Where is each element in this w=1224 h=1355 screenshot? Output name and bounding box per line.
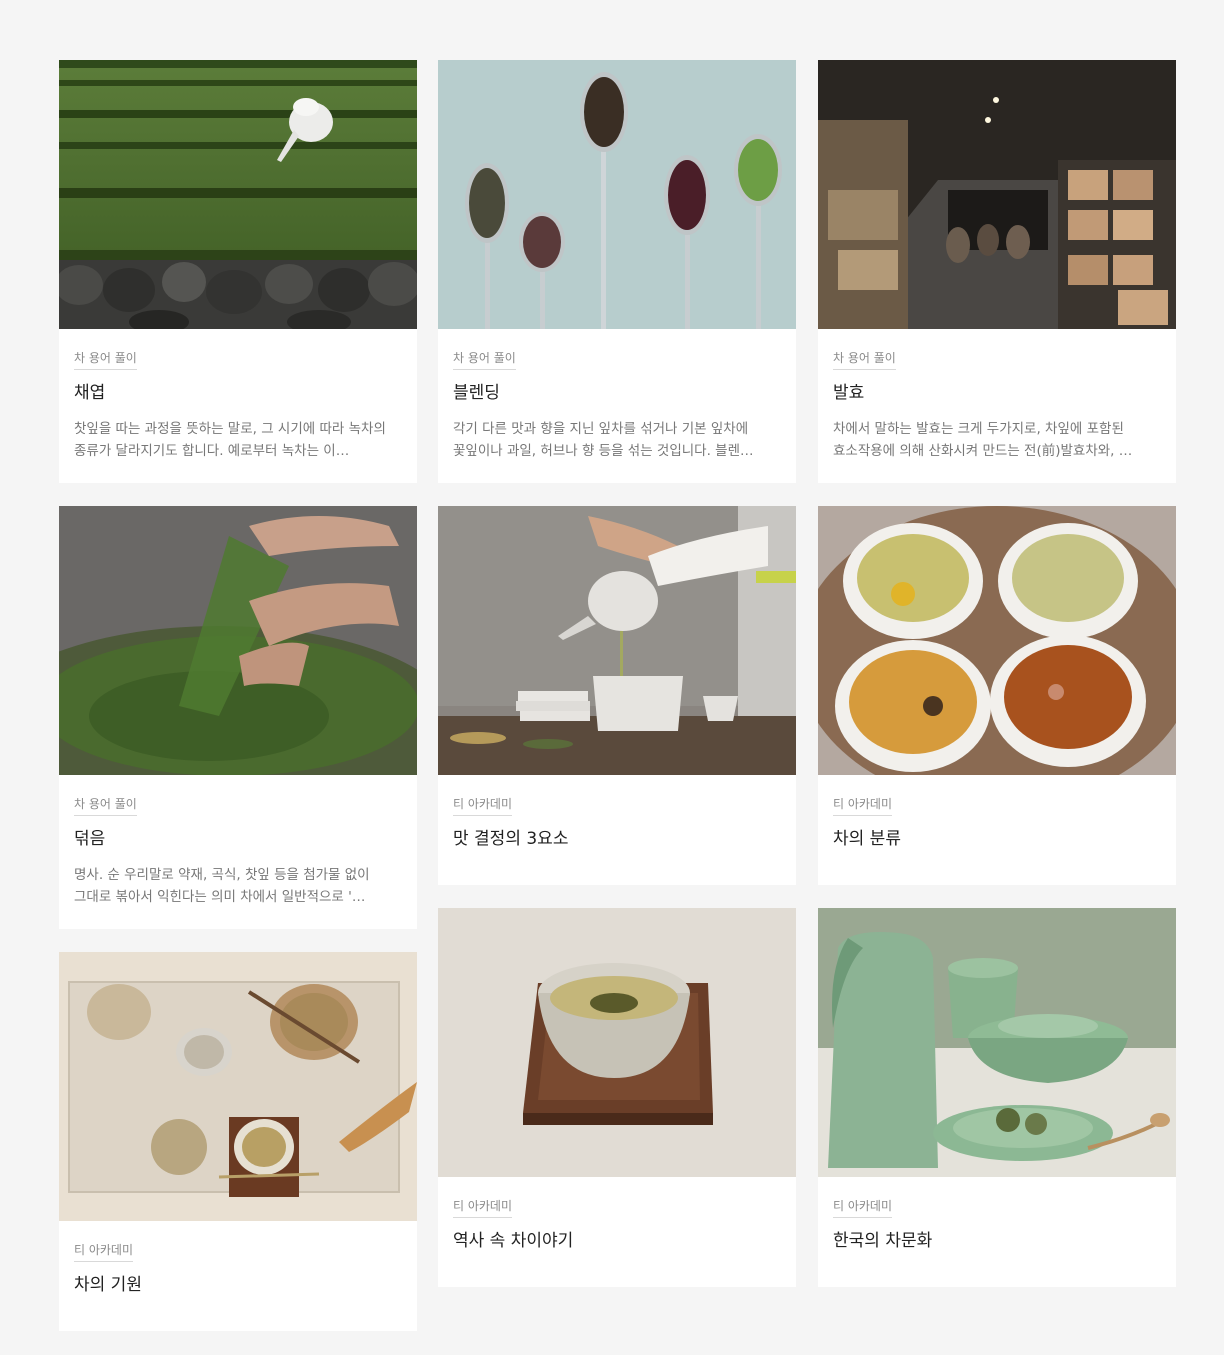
card-description: 찻잎을 따는 과정을 뜻하는 말로, 그 시기에 따라 녹차의 종류가 달라지기… — [74, 421, 386, 459]
card-category: 티 아카데미 — [453, 796, 513, 816]
article-card-blending[interactable]: 차 용어 풀이 블렌딩 각기 다른 맛과 향을 지닌 잎차를 섞거나 기본 잎차… — [438, 60, 796, 483]
card-category: 티 아카데미 — [74, 1242, 134, 1262]
card-title[interactable]: 덖음 — [74, 828, 402, 850]
card-category: 티 아카데미 — [453, 1198, 513, 1218]
card-category: 티 아카데미 — [833, 796, 893, 816]
tea-spoons-image[interactable] — [438, 60, 796, 329]
card-title[interactable]: 역사 속 차이야기 — [453, 1230, 781, 1252]
tea-plantation-image[interactable] — [59, 60, 417, 329]
card-category: 차 용어 풀이 — [453, 350, 516, 370]
tea-storage-room-image[interactable] — [818, 60, 1176, 329]
card-grid: 차 용어 풀이 채엽 찻잎을 따는 과정을 뜻하는 말로, 그 시기에 따라 녹… — [0, 0, 1224, 1355]
card-title[interactable]: 채엽 — [74, 382, 402, 404]
article-card-tea-classification[interactable]: 티 아카데미 차의 분류 — [818, 506, 1176, 885]
celadon-pottery-image[interactable] — [818, 908, 1176, 1177]
card-title[interactable]: 차의 기원 — [74, 1274, 402, 1296]
article-card-tea-history[interactable]: 티 아카데미 역사 속 차이야기 — [438, 908, 796, 1287]
card-category: 차 용어 풀이 — [833, 350, 896, 370]
card-title[interactable]: 한국의 차문화 — [833, 1230, 1161, 1252]
article-card-deokkeum[interactable]: 차 용어 풀이 덖음 명사. 순 우리말로 약재, 곡식, 찻잎 등을 첨가물 … — [59, 506, 417, 929]
article-card-tea-origin[interactable]: 티 아카데미 차의 기원 — [59, 952, 417, 1331]
card-title[interactable]: 블렌딩 — [453, 382, 781, 404]
card-description: 차에서 말하는 발효는 크게 두가지로, 차잎에 포함된 효소작용에 의해 산화… — [833, 421, 1133, 459]
tea-bowl-image[interactable] — [438, 908, 796, 1177]
card-description: 명사. 순 우리말로 약재, 곡식, 찻잎 등을 첨가물 없이 그대로 볶아서 … — [74, 867, 370, 905]
article-card-balhyo[interactable]: 차 용어 풀이 발효 차에서 말하는 발효는 크게 두가지로, 차잎에 포함된 … — [818, 60, 1176, 483]
card-category: 티 아카데미 — [833, 1198, 893, 1218]
four-tea-cups-image[interactable] — [818, 506, 1176, 775]
article-card-korean-tea-culture[interactable]: 티 아카데미 한국의 차문화 — [818, 908, 1176, 1287]
roasting-tea-leaves-image[interactable] — [59, 506, 417, 775]
card-title[interactable]: 발효 — [833, 382, 1161, 404]
card-title[interactable]: 차의 분류 — [833, 828, 1161, 850]
card-category: 차 용어 풀이 — [74, 796, 137, 816]
card-title[interactable]: 맛 결정의 3요소 — [453, 828, 781, 850]
pouring-tea-image[interactable] — [438, 506, 796, 775]
card-category: 차 용어 풀이 — [74, 350, 137, 370]
article-card-chaeyeop[interactable]: 차 용어 풀이 채엽 찻잎을 따는 과정을 뜻하는 말로, 그 시기에 따라 녹… — [59, 60, 417, 483]
article-card-taste-factors[interactable]: 티 아카데미 맛 결정의 3요소 — [438, 506, 796, 885]
tea-set-overhead-image[interactable] — [59, 952, 417, 1221]
card-description: 각기 다른 맛과 향을 지닌 잎차를 섞거나 기본 잎차에 꽃잎이나 과일, 허… — [453, 421, 754, 459]
